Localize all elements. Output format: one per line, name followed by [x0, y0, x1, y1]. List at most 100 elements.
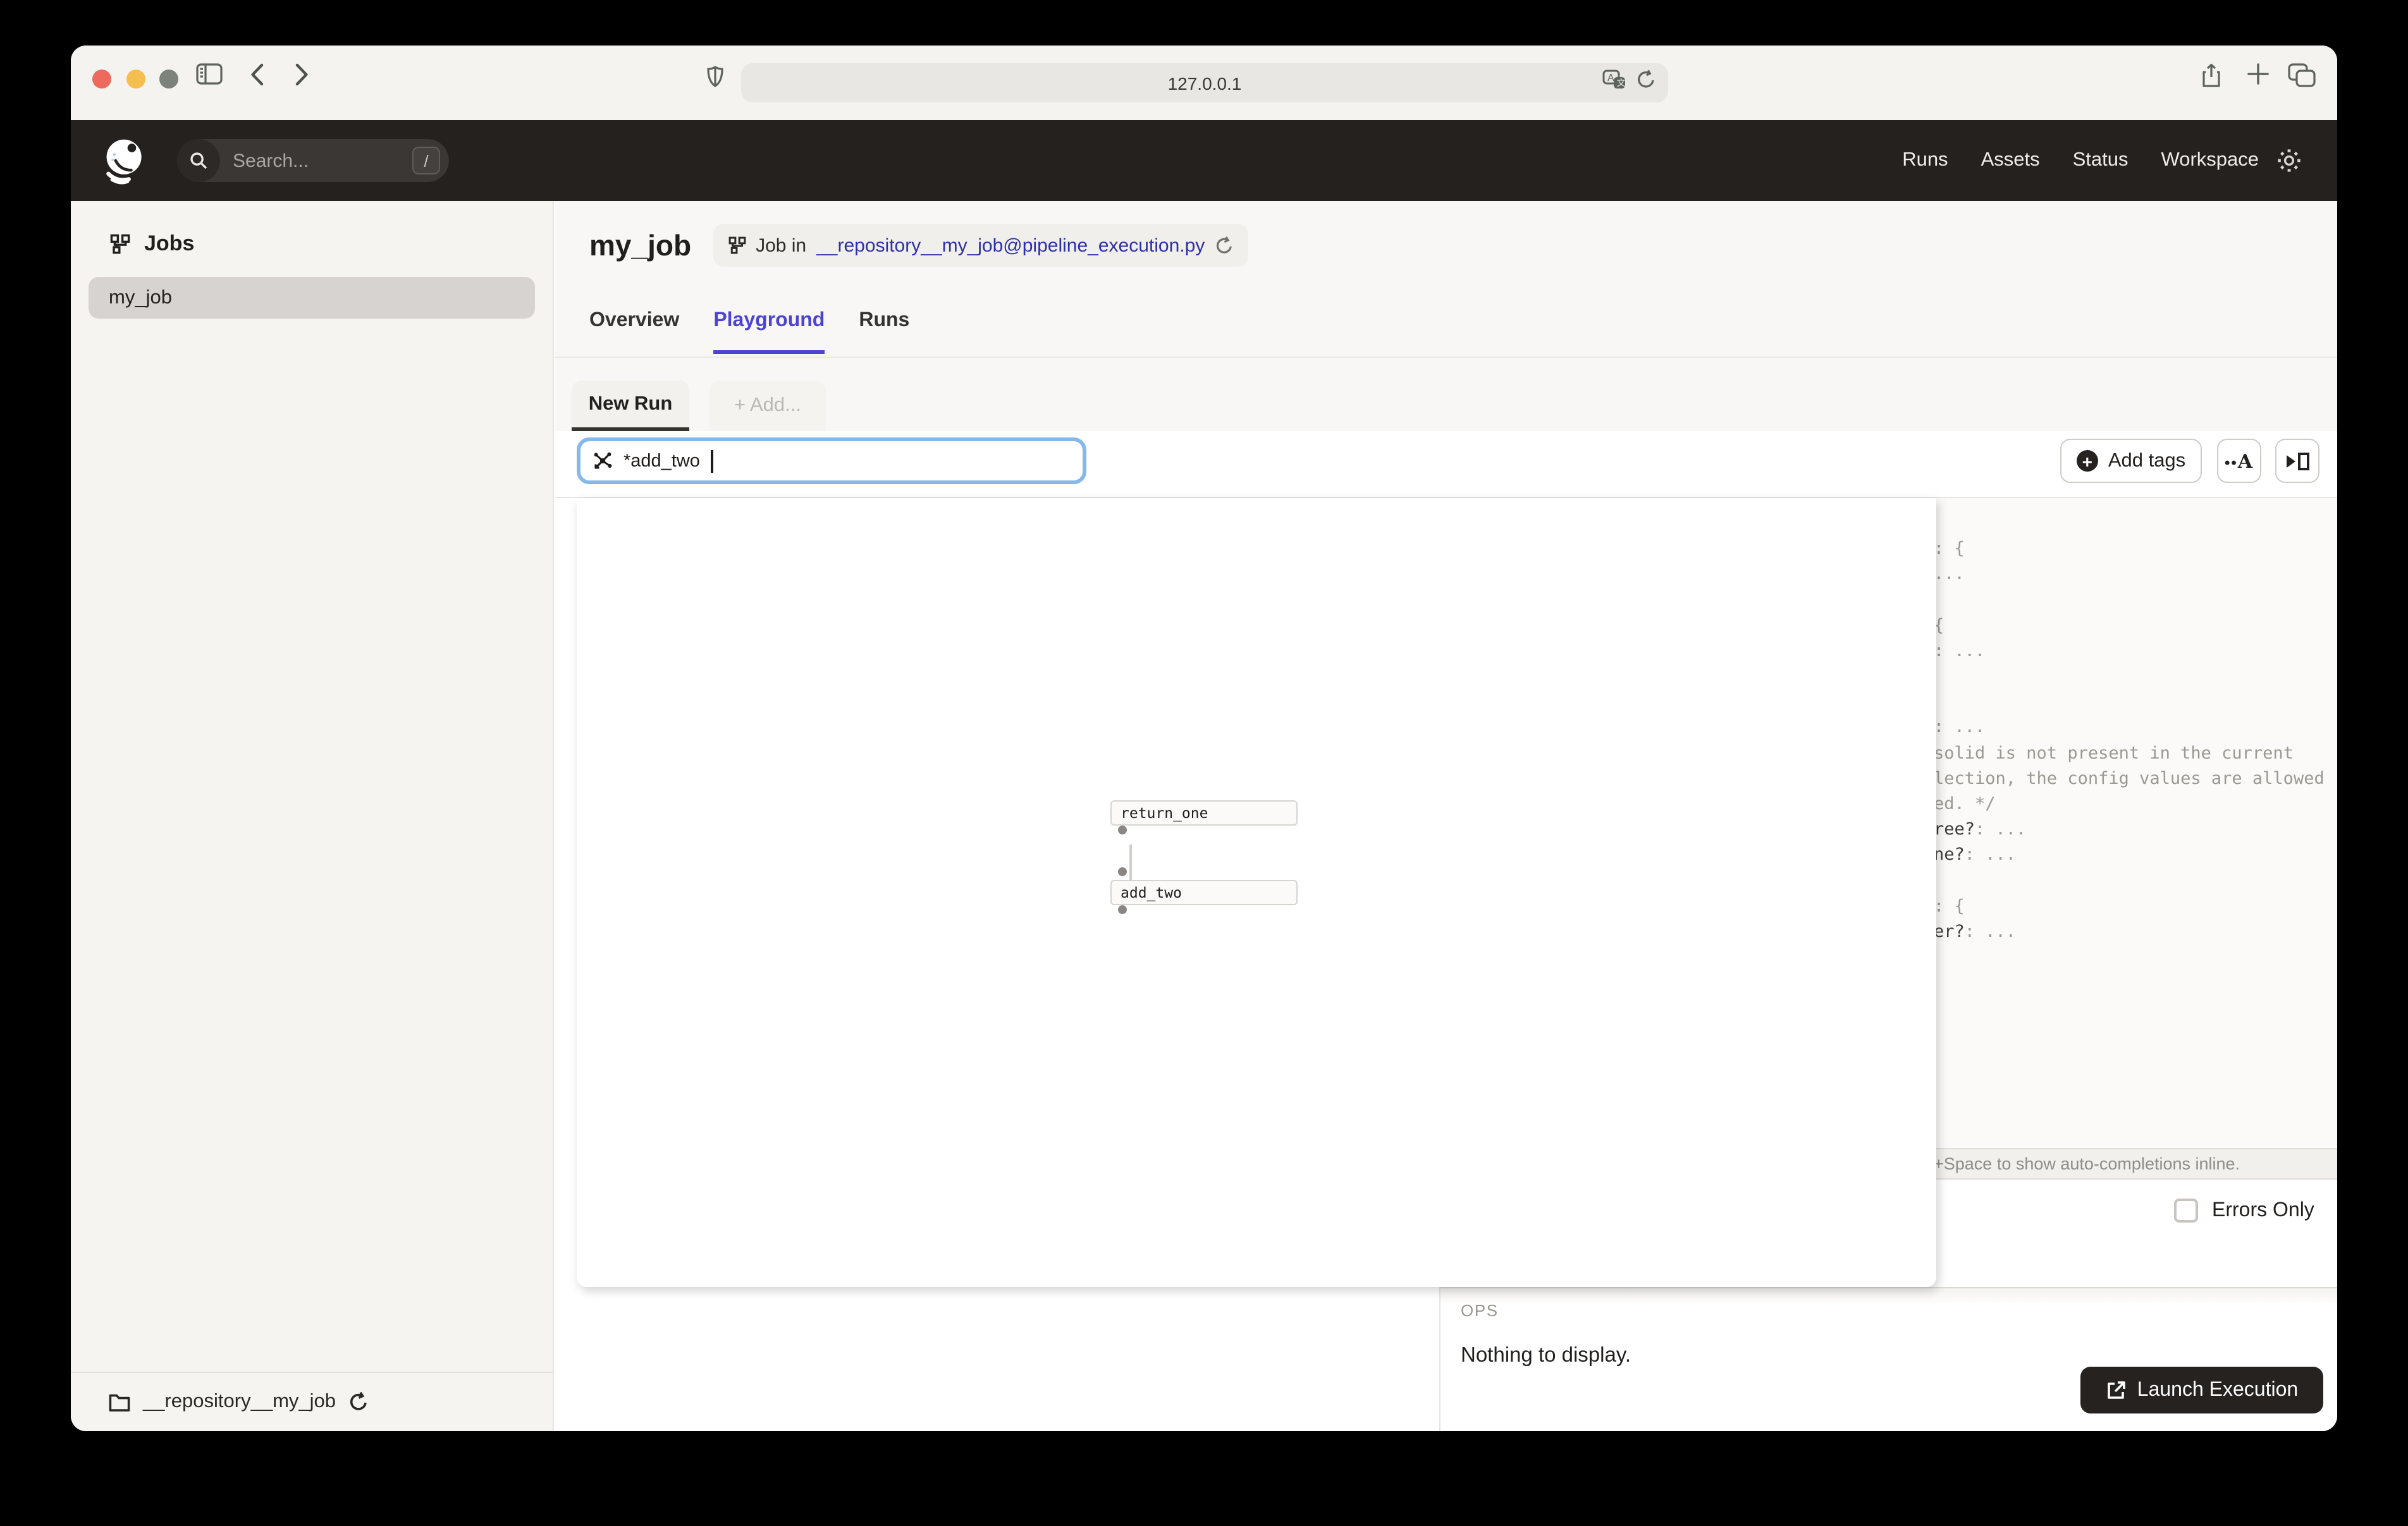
minimize-window-button[interactable]: [126, 70, 145, 89]
address-bar[interactable]: 127.0.0.1 A 文: [741, 63, 1668, 102]
ops-panel-empty-text: Nothing to display.: [1461, 1344, 1631, 1368]
repository-name: __repository__my_job: [143, 1391, 336, 1413]
code-line: ed. */: [1934, 791, 2325, 817]
playground-split: : { ... { : ...: [555, 498, 2337, 1431]
launch-icon: [2106, 1380, 2126, 1400]
jobs-section-header: Jobs: [110, 231, 194, 257]
code-line: ne?: ...: [1934, 843, 2325, 868]
reload-icon[interactable]: [1637, 70, 1656, 94]
badge-prefix: Job in: [756, 235, 806, 256]
errors-only-checkbox[interactable]: [2174, 1199, 2198, 1223]
zoom-window-button[interactable]: [159, 70, 178, 89]
code-line: er?: ...: [1934, 919, 2325, 944]
job-tree-icon: [110, 234, 130, 254]
add-tags-button[interactable]: + Add tags: [2060, 439, 2202, 483]
back-button[interactable]: [250, 63, 264, 86]
code-line: : {: [1934, 536, 2325, 561]
close-window-button[interactable]: [92, 70, 111, 89]
code-line: ree?: ...: [1934, 817, 2325, 842]
main-content: my_job Job in __repository__my_job@pipel…: [555, 201, 2337, 1431]
sidebar: Jobs my_job __repository__my_job: [71, 201, 554, 1431]
nav-item[interactable]: Workspace: [2161, 149, 2259, 172]
job-origin-badge: Job in __repository__my_job@pipeline_exe…: [713, 224, 1248, 267]
tab-runs[interactable]: Runs: [859, 310, 909, 354]
tab-overview[interactable]: Overview: [589, 310, 679, 354]
page-title: my_job: [589, 228, 691, 262]
errors-only-label: Errors Only: [2212, 1199, 2314, 1222]
op-toolbar: *add_two + Add tags ••A: [555, 431, 2337, 498]
header-nav: Runs Assets Status Workspace: [1902, 120, 2259, 201]
nav-item[interactable]: Runs: [1902, 149, 1948, 172]
code-line: {: [1934, 613, 2325, 638]
op-node-add-two[interactable]: add_two: [1110, 880, 1298, 905]
refresh-icon[interactable]: [348, 1392, 367, 1412]
ops-panel-header: OPS: [1461, 1301, 1499, 1320]
code-line: [1934, 868, 2325, 893]
op-selector-graph-icon: [592, 450, 613, 472]
screen: 127.0.0.1 A 文: [0, 0, 2408, 1526]
op-selector-input[interactable]: *add_two: [577, 437, 1086, 484]
op-node-return-one[interactable]: return_one: [1110, 800, 1298, 826]
shortcuts-button[interactable]: ••A: [2217, 439, 2261, 483]
tabs-divider: [555, 357, 2337, 358]
forward-button[interactable]: [295, 63, 309, 86]
code-line: : ...: [1934, 715, 2325, 740]
reload-repository-icon[interactable]: [1215, 236, 1232, 255]
dag-canvas[interactable]: return_one add_two: [577, 498, 1936, 1287]
repository-footer[interactable]: __repository__my_job: [71, 1372, 553, 1431]
plus-circle-icon: +: [2077, 450, 2098, 472]
output-dot[interactable]: [1118, 905, 1127, 914]
op-selector-value: *add_two: [624, 451, 700, 471]
new-tab-icon[interactable]: [2247, 63, 2269, 85]
browser-toolbar: 127.0.0.1 A 文: [71, 46, 2337, 120]
search-shortcut-key: /: [412, 147, 440, 174]
job-tree-icon: [728, 236, 746, 254]
expand-panel-button[interactable]: [2275, 439, 2319, 483]
share-icon[interactable]: [2201, 63, 2222, 89]
url-text: 127.0.0.1: [1168, 73, 1242, 93]
app-header: Search... / Runs Assets Status Workspace: [71, 120, 2337, 201]
nav-item[interactable]: Assets: [1981, 149, 2040, 172]
translate-icon[interactable]: A 文: [1602, 70, 1626, 94]
search-input[interactable]: Search... /: [177, 139, 449, 182]
tab-playground[interactable]: Playground: [713, 310, 825, 354]
privacy-shield-icon: [707, 66, 723, 87]
output-dot[interactable]: [1118, 826, 1127, 834]
search-placeholder: Search...: [233, 150, 412, 171]
code-line: solid is not present in the current: [1934, 740, 2325, 766]
add-config-tab-button[interactable]: + Add...: [710, 381, 826, 431]
code-line: : ...: [1934, 638, 2325, 664]
jobs-section-title: Jobs: [144, 231, 194, 257]
folder-icon: [109, 1393, 130, 1412]
run-config-tabs: New Run + Add...: [572, 381, 826, 431]
autocomplete-icon: ••A: [2225, 449, 2254, 472]
input-dot[interactable]: [1118, 867, 1127, 876]
search-icon: [177, 139, 220, 182]
code-line: ...: [1934, 561, 2325, 587]
ops-panel: OPS Nothing to display. Launch Execution: [1440, 1287, 2337, 1431]
svg-text:文: 文: [1617, 78, 1626, 88]
open-panel-icon: [2286, 452, 2309, 470]
autocomplete-hint: +Space to show auto-completions inline.: [1934, 1154, 2240, 1173]
settings-gear-icon[interactable]: [2276, 148, 2302, 180]
config-code: : { ... { : ...: [1934, 536, 2325, 944]
code-line: [1934, 689, 2325, 714]
page-tabs: Overview Playground Runs: [589, 310, 909, 354]
app-body: Jobs my_job __repository__my_job: [71, 201, 2337, 1431]
repository-link[interactable]: __repository__my_job@pipeline_execution.…: [816, 235, 1205, 256]
launch-execution-button[interactable]: Launch Execution: [2080, 1367, 2323, 1413]
sidebar-toggle-icon[interactable]: [196, 63, 223, 85]
code-line: : {: [1934, 893, 2325, 919]
dag-edge: [1129, 845, 1132, 880]
sidebar-item-my-job[interactable]: my_job: [89, 277, 535, 319]
code-line: [1934, 664, 2325, 689]
tab-overview-icon[interactable]: [2288, 63, 2316, 87]
text-cursor: [711, 449, 713, 472]
code-line: [1934, 587, 2325, 613]
nav-item[interactable]: Status: [2073, 149, 2128, 172]
dagster-logo[interactable]: [101, 137, 149, 185]
run-config-tab-new-run[interactable]: New Run: [572, 381, 689, 431]
code-line: lection, the config values are allowed: [1934, 766, 2325, 791]
browser-window: 127.0.0.1 A 文: [71, 46, 2337, 1431]
svg-text:A: A: [1607, 73, 1614, 83]
